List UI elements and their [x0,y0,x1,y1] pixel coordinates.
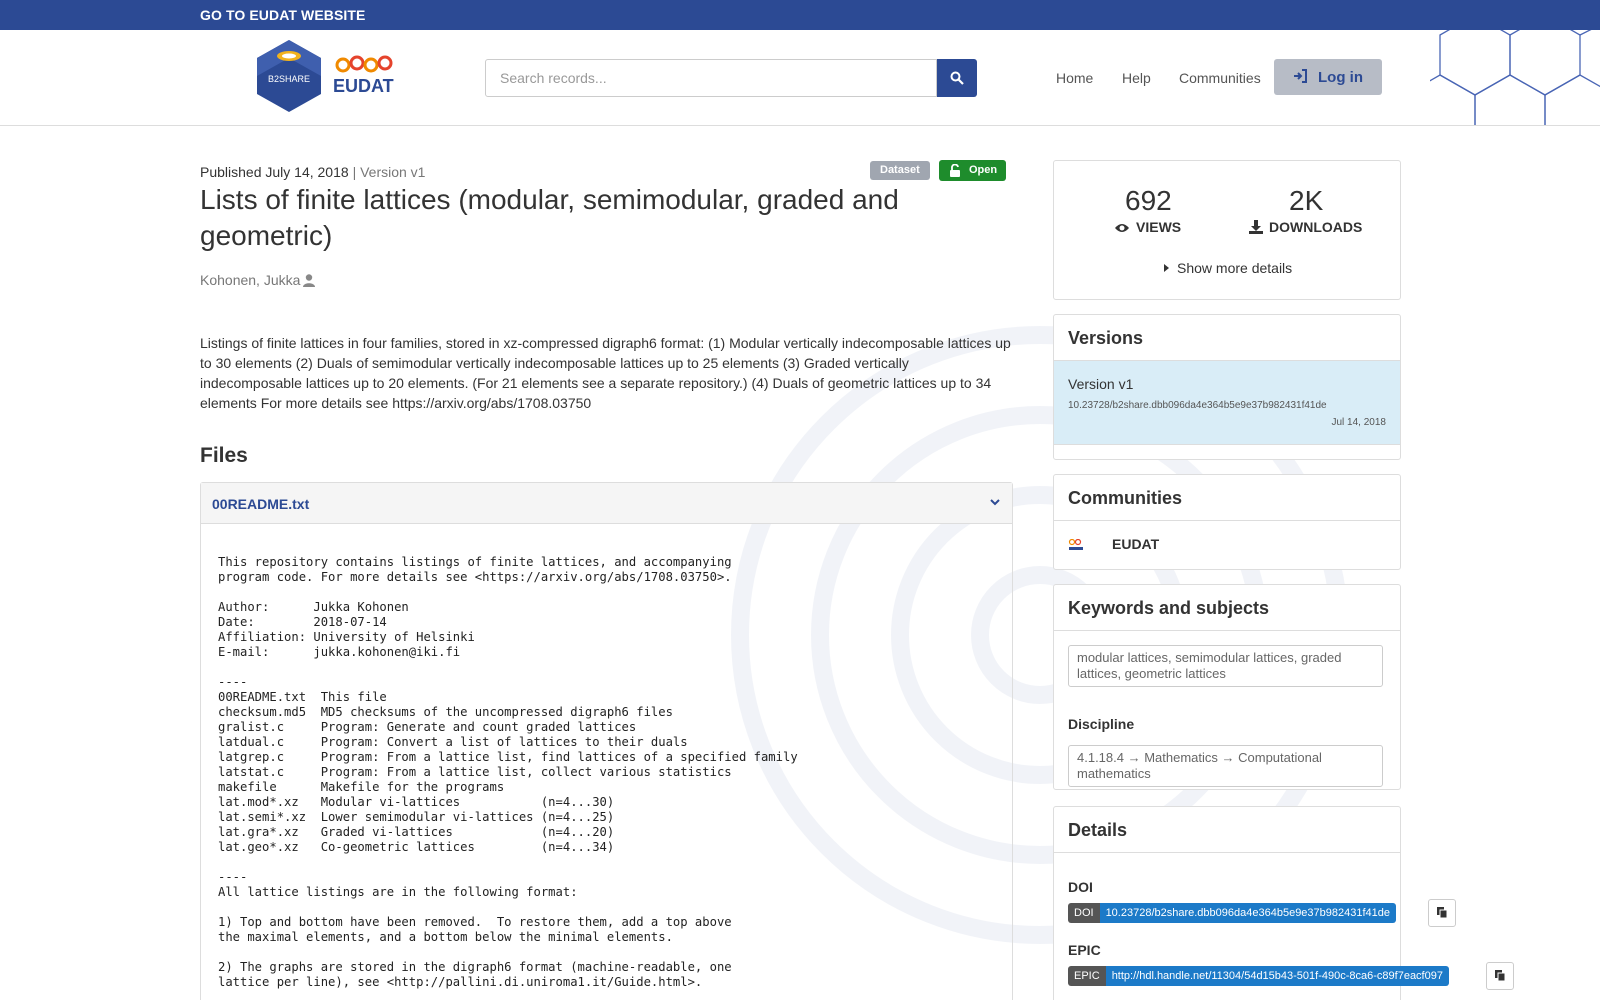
version-label: | Version v1 [352,164,426,180]
dataset-badge: Dataset [870,161,930,180]
keywords-heading: Keywords and subjects [1068,598,1270,618]
copy-doi-button[interactable] [1428,899,1456,927]
divider [1054,630,1400,631]
search-icon [950,71,964,85]
open-label: Open [969,164,998,176]
eudat-community-logo [1068,539,1083,550]
keywords-panel: Keywords and subjects modular lattices, … [1053,584,1401,790]
search-input[interactable] [485,59,937,97]
divider [1054,852,1400,853]
eudat-website-link[interactable]: GO TO EUDAT WEBSITE [200,7,366,23]
doi-badge[interactable]: DOI 10.23728/b2share.dbb096da4e364b5e9e37… [1068,903,1397,923]
communities-heading: Communities [1068,488,1183,508]
eye-icon [1115,224,1129,232]
version-date: Jul 14, 2018 [1331,417,1387,428]
views-count: 692 [1125,185,1172,216]
eudat-logo-text: EUDAT [333,76,394,96]
login-button[interactable]: Log in [1274,59,1382,95]
svg-text:B2SHARE: B2SHARE [268,74,310,84]
eudat-logo[interactable]: EUDAT [333,54,395,96]
doi-value: 10.23728/b2share.dbb096da4e364b5e9e37b98… [1099,903,1397,923]
user-icon [303,274,316,287]
doi-label: DOI [1068,879,1093,895]
published-date: Published July 14, 2018 [200,164,349,180]
files-heading: Files [200,444,248,467]
b2share-logo[interactable]: B2SHARE [255,38,323,114]
readme-content: This repository contains listings of fin… [218,555,798,989]
download-icon [1249,220,1263,234]
copy-icon [1495,970,1506,982]
copy-epic-button[interactable] [1486,962,1514,990]
version-name: Version v1 [1068,376,1134,392]
downloads-count: 2K [1289,185,1324,216]
author: Kohonen, Jukka [200,272,316,288]
version-item[interactable]: Version v1 10.23728/b2share.dbb096da4e36… [1054,360,1400,445]
community-item[interactable]: EUDAT [1054,520,1400,569]
copy-icon [1437,907,1448,919]
file-name[interactable]: 00README.txt [212,496,309,512]
version-doi: 10.23728/b2share.dbb096da4e364b5e9e37b98… [1068,400,1327,411]
caret-right-icon [1164,264,1169,272]
epic-label: EPIC [1068,942,1101,958]
search-button[interactable] [937,59,977,97]
top-bar: GO TO EUDAT WEBSITE [0,0,1600,30]
downloads-label: DOWNLOADS [1249,219,1362,235]
show-more-details[interactable]: Show more details [1164,260,1292,276]
sign-in-icon [1294,69,1307,83]
publication-info: Published July 14, 2018 | Version v1 [200,164,425,180]
community-name: EUDAT [1112,536,1160,552]
record-title: Lists of finite lattices (modular, semim… [200,184,899,251]
nav-home[interactable]: Home [1056,70,1093,86]
versions-panel: Versions Version v1 10.23728/b2share.dbb… [1053,314,1401,460]
header: B2SHARE EUDAT Home Help Communities Log … [0,30,1600,126]
file-header[interactable]: 00README.txt [201,483,1012,524]
epic-badge[interactable]: EPIC http://hdl.handle.net/11304/54d15b43… [1068,966,1449,986]
unlock-icon [950,164,960,177]
details-heading: Details [1068,820,1128,840]
communities-panel: Communities EUDAT [1053,474,1401,570]
details-panel: Details DOI DOI 10.23728/b2share.dbb096da… [1053,806,1514,1000]
file-panel: 00README.txt This repository contains li… [200,482,1013,1000]
open-access-badge: Open [939,160,1006,181]
hexagon-pattern-decoration [1430,30,1600,125]
record-description: Listings of finite lattices in four fami… [200,335,1011,411]
nav-help[interactable]: Help [1122,70,1151,86]
chevron-down-icon[interactable] [990,498,1000,506]
nav-communities[interactable]: Communities [1179,70,1261,86]
stats-panel: 692 2K VIEWS DOWNLOADS Show more details [1053,160,1401,300]
keywords-box: modular lattices, semimodular lattices, … [1068,645,1383,687]
author-name[interactable]: Kohonen, Jukka [200,272,300,288]
eudat-logo-mark [335,55,393,73]
epic-value: http://hdl.handle.net/11304/54d15b43-501… [1105,966,1449,986]
discipline-box: 4.1.18.4 → Mathematics → Computational m… [1068,745,1383,787]
views-label: VIEWS [1114,219,1181,235]
doi-key: DOI [1068,903,1100,923]
discipline-label: Discipline [1068,716,1135,732]
versions-heading: Versions [1068,328,1144,348]
epic-key: EPIC [1068,966,1106,986]
login-label: Log in [1318,69,1363,86]
